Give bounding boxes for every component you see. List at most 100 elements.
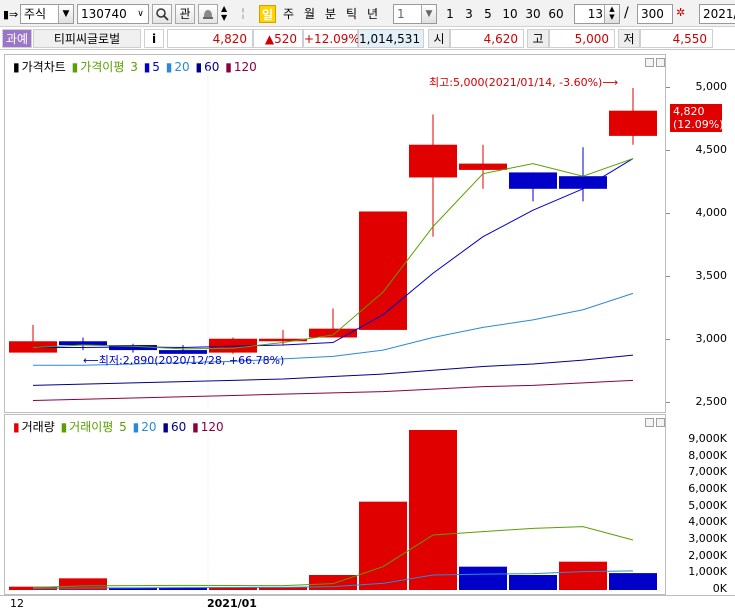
price-change-value: ▲520 xyxy=(264,32,297,46)
candle-body xyxy=(459,163,507,170)
low-annotation: ⟵최저:2,890(2020/12/28, +66.78%) xyxy=(83,354,285,367)
volume-scale-label: 1,000K xyxy=(688,565,727,579)
interval-1-label: 1 xyxy=(446,7,454,21)
chevron-down-icon[interactable]: ∨ xyxy=(133,5,148,23)
price-scale-label: 4,000 xyxy=(695,206,728,219)
interval-30-button[interactable]: 30 xyxy=(522,5,544,23)
interval-30-label: 30 xyxy=(525,7,541,21)
high-annotation: 최고:5,000(2021/01/14, -3.60%)⟶ xyxy=(429,76,619,89)
price-scale-tick xyxy=(666,339,670,340)
volume-chart-svg xyxy=(9,427,657,594)
count-spinner-icon[interactable]: ▲ ▼ xyxy=(604,5,619,23)
interval-value: 1 xyxy=(397,7,405,21)
price-scale-tick xyxy=(666,213,670,214)
interval-10-button[interactable]: 10 xyxy=(499,5,521,23)
low-label-text: 저 xyxy=(623,32,635,46)
interval-5-label: 5 xyxy=(484,7,492,21)
search-icon xyxy=(156,8,169,21)
period-tick-button[interactable]: 틱 xyxy=(343,5,360,23)
market-select[interactable]: 주식 ▼ xyxy=(20,4,74,24)
toolbar: ▮⇒ 주식 ▼ 130740 ∨ 관 ▲ ▼ ¦ 일 주 월 분 틱 년 1 ▼… xyxy=(0,0,735,27)
x-axis-label-2021-01: 2021/01 xyxy=(207,597,257,610)
period-month-button[interactable]: 월 xyxy=(301,5,318,23)
day-label: 일 xyxy=(261,8,274,22)
volume-chart-panel[interactable]: ▮ 거래량 ▮ 거래이평 5 ▮ 20 ▮ 60 ▮ 120 xyxy=(4,414,666,595)
volume-bar xyxy=(559,561,607,590)
low-value-text: 4,550 xyxy=(672,32,707,46)
volume-scale-label: 9,000K xyxy=(688,432,727,445)
interval-select[interactable]: 1 ▼ xyxy=(393,4,437,24)
info-button[interactable]: i xyxy=(144,29,164,48)
candle-body xyxy=(509,172,557,189)
period-day-button[interactable]: 일 xyxy=(259,5,276,23)
interval-60-label: 60 xyxy=(548,7,564,21)
volume-scale-label: 4,000K xyxy=(688,515,727,529)
volume-bar xyxy=(509,575,557,590)
total-input[interactable]: 300 xyxy=(637,4,673,24)
period-week-button[interactable]: 주 xyxy=(280,5,297,23)
market-tag-label: 과예 xyxy=(5,32,29,46)
week-label: 주 xyxy=(282,7,295,21)
slash-label: / xyxy=(624,5,629,21)
volume-bar xyxy=(359,501,407,590)
open-label-text: 시 xyxy=(433,32,445,46)
volume-scale-label: 7,000K xyxy=(688,465,727,479)
volume-scale-label: 5,000K xyxy=(688,498,727,512)
stock-info-row: 과예 티피씨글로벌 i 4,820 ▲520 +12.09% 1,014,531… xyxy=(0,27,735,50)
current-price-value: 4,820 xyxy=(212,32,247,46)
price-scale[interactable]: 5,000 4,500 4,000 3,500 3,000 2,500 4,820 (12… xyxy=(666,54,735,413)
price-scale-label: 3,000 xyxy=(695,332,728,345)
price-scale-label: 3,500 xyxy=(695,269,728,282)
interval-60-button[interactable]: 60 xyxy=(545,5,567,23)
open-label: 시 xyxy=(428,29,450,48)
high-label: 고 xyxy=(527,29,549,48)
bell-icon xyxy=(203,10,213,19)
open-value-text: 4,620 xyxy=(483,32,518,46)
candle-body xyxy=(609,110,657,136)
period-minute-button[interactable]: 분 xyxy=(322,5,339,23)
high-value-text: 5,000 xyxy=(574,32,609,46)
price-chart-panel[interactable]: ▮ 가격차트 ▮ 가격이평 3 ▮ 5 ▮ 20 ▮ 60 ▮ 120 최고:5,000(2… xyxy=(4,54,666,413)
count-input[interactable]: 13 ▲ ▼ xyxy=(574,4,620,24)
low-value: 4,550 xyxy=(640,29,713,48)
settings-icon[interactable]: ✲ xyxy=(676,4,692,24)
settings-button[interactable] xyxy=(198,4,218,24)
volume-scale-label: 8,000K xyxy=(688,448,727,462)
down-arrow-icon[interactable]: ▼ xyxy=(221,13,235,22)
register-button[interactable]: 관 xyxy=(175,4,195,24)
chevron-down-icon[interactable]: ▼ xyxy=(421,5,436,23)
volume-bar xyxy=(459,566,507,590)
candle-body xyxy=(59,341,107,346)
price-scale-tick xyxy=(666,402,670,403)
window-menu-icon[interactable]: ▮⇒ xyxy=(3,6,19,26)
chevron-down-icon[interactable]: ▼ xyxy=(58,5,73,23)
price-change-pct-value: +12.09% xyxy=(304,32,360,46)
current-price-marker-pct: (12.09%) xyxy=(673,118,724,131)
date-input[interactable]: 2021/0 xyxy=(699,4,735,24)
interval-5-button[interactable]: 5 xyxy=(480,5,496,23)
up-arrow-icon[interactable]: ▲ xyxy=(221,4,235,13)
candle-body xyxy=(409,144,457,178)
volume-bar xyxy=(309,575,357,590)
period-year-button[interactable]: 년 xyxy=(364,5,381,23)
up-down-spinner[interactable]: ▲ ▼ xyxy=(221,4,235,24)
market-tag: 과예 xyxy=(2,29,32,48)
high-value: 5,000 xyxy=(549,29,615,48)
price-scale-tick xyxy=(666,276,670,277)
volume-scale-label: 0K xyxy=(712,582,727,595)
date-value: 2021/0 xyxy=(703,7,735,21)
stock-code-input[interactable]: 130740 ∨ xyxy=(77,4,149,24)
x-axis: 12 2021/01 xyxy=(0,595,735,611)
month-label: 월 xyxy=(303,7,316,21)
price-change: ▲520 xyxy=(253,29,303,48)
x-axis-label-12: 12 xyxy=(10,597,24,610)
interval-3-button[interactable]: 3 xyxy=(461,5,477,23)
register-label: 관 xyxy=(179,7,191,21)
interval-1-button[interactable]: 1 xyxy=(442,5,458,23)
stock-name: 티피씨글로벌 xyxy=(33,29,141,48)
stock-code-value: 130740 xyxy=(81,7,127,21)
search-button[interactable] xyxy=(152,4,172,24)
high-label-text: 고 xyxy=(532,32,544,46)
volume-scale[interactable]: 9,000K 8,000K 7,000K 6,000K 5,000K 4,000K 3,00… xyxy=(666,414,735,595)
price-scale-label: 4,500 xyxy=(695,143,728,156)
